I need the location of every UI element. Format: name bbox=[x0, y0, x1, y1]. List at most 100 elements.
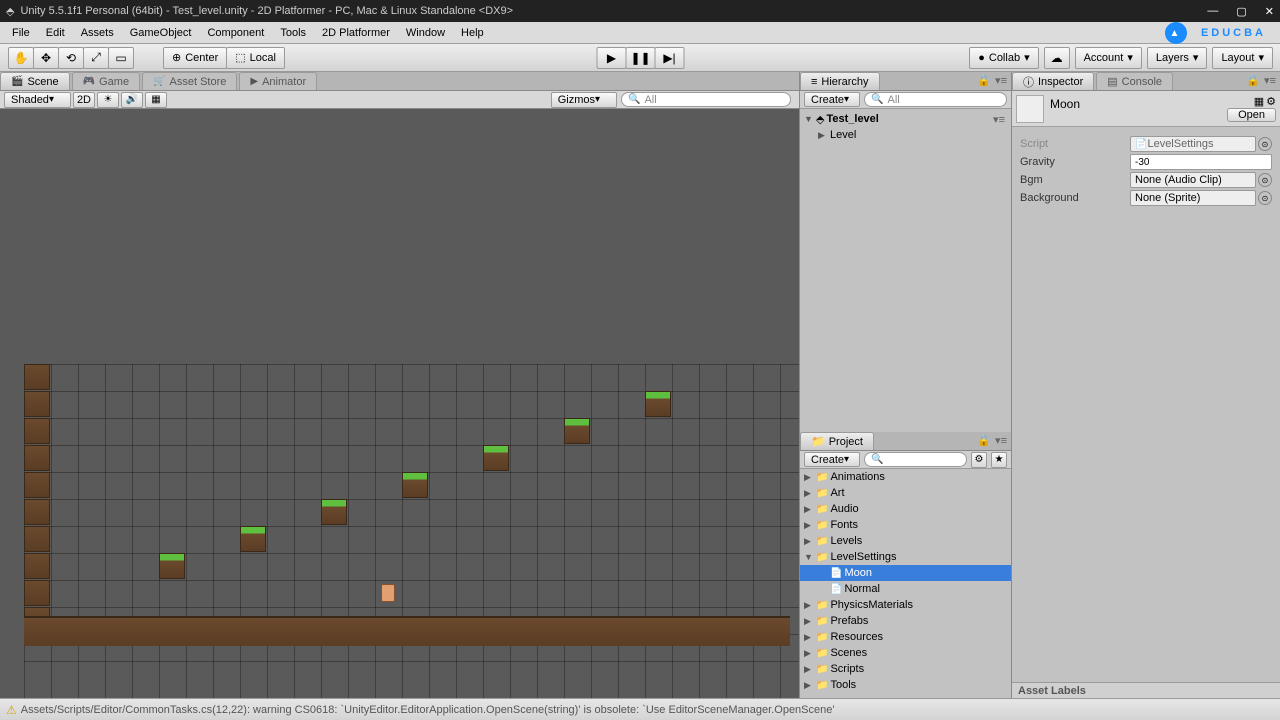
filter-button[interactable]: ⚙ bbox=[971, 452, 987, 468]
scale-tool[interactable]: ⤢ bbox=[83, 47, 109, 69]
expand-arrow-icon[interactable]: ▶ bbox=[804, 680, 814, 691]
menu-icon[interactable]: ▾≡ bbox=[1264, 74, 1276, 87]
hierarchy-item-level[interactable]: ▶ Level bbox=[800, 127, 1011, 143]
gravity-field[interactable] bbox=[1130, 154, 1272, 170]
menu-file[interactable]: File bbox=[4, 25, 38, 41]
menu-icon[interactable]: ▾≡ bbox=[995, 74, 1007, 87]
project-folder-scenes[interactable]: ▶ Scenes bbox=[800, 645, 1011, 661]
menu-icon[interactable]: ▾≡ bbox=[995, 434, 1007, 447]
play-button[interactable]: ▶ bbox=[597, 47, 627, 69]
project-folder-physicsmaterials[interactable]: ▶ PhysicsMaterials bbox=[800, 597, 1011, 613]
menu-assets[interactable]: Assets bbox=[73, 25, 122, 41]
expand-arrow-icon[interactable]: ▶ bbox=[804, 504, 814, 515]
menu-2dplatformer[interactable]: 2D Platformer bbox=[314, 25, 398, 41]
status-bar[interactable]: ⚠ Assets/Scripts/Editor/CommonTasks.cs(1… bbox=[0, 698, 1280, 720]
expand-arrow-icon[interactable]: ▶ bbox=[804, 520, 814, 531]
expand-arrow-icon[interactable]: ▶ bbox=[804, 600, 814, 611]
expand-arrow-icon[interactable]: ▶ bbox=[804, 536, 814, 547]
project-create[interactable]: Create ▾ bbox=[804, 452, 860, 467]
menu-help[interactable]: Help bbox=[453, 25, 492, 41]
hierarchy-scene-row[interactable]: ▼ ⬘ Test_level ▾≡ bbox=[800, 111, 1011, 127]
pivot-toggle[interactable]: ⊕ Center bbox=[163, 47, 227, 69]
inspector-tab[interactable]: ⓘ Inspector bbox=[1012, 72, 1094, 90]
layers-dropdown[interactable]: Layers ▾ bbox=[1147, 47, 1208, 69]
menu-tools[interactable]: Tools bbox=[272, 25, 314, 41]
pause-button[interactable]: ❚❚ bbox=[626, 47, 656, 69]
expand-arrow-icon[interactable]: ▼ bbox=[804, 552, 814, 562]
account-dropdown[interactable]: Account ▾ bbox=[1075, 47, 1142, 69]
hierarchy-search[interactable]: 🔍 All bbox=[864, 92, 1007, 107]
project-folder-audio[interactable]: ▶ Audio bbox=[800, 501, 1011, 517]
player-sprite[interactable] bbox=[381, 584, 395, 602]
object-picker-icon[interactable]: ⊙ bbox=[1258, 173, 1272, 187]
collab-dropdown[interactable]: ● Collab ▾ bbox=[969, 47, 1038, 69]
cloud-button[interactable]: ☁ bbox=[1044, 47, 1070, 69]
tab-scene[interactable]: 🎬Scene bbox=[0, 72, 70, 90]
fx-toggle[interactable]: ▦ bbox=[145, 92, 167, 108]
lock-icon[interactable]: 🔒 bbox=[1246, 74, 1260, 87]
expand-arrow-icon[interactable]: ▶ bbox=[818, 130, 828, 141]
project-tab[interactable]: 📁 Project bbox=[800, 432, 874, 450]
audio-toggle[interactable]: 🔊 bbox=[121, 92, 143, 108]
tab-animator[interactable]: ▶Animator bbox=[239, 72, 317, 90]
menu-gameobject[interactable]: GameObject bbox=[122, 25, 200, 41]
menu-component[interactable]: Component bbox=[199, 25, 272, 41]
hierarchy-tab[interactable]: ≡ Hierarchy bbox=[800, 72, 880, 90]
console-tab[interactable]: ▤ Console bbox=[1096, 72, 1173, 90]
bgm-field[interactable]: None (Audio Clip) bbox=[1130, 172, 1256, 188]
project-item-normal[interactable]: Normal bbox=[800, 581, 1011, 597]
project-folder-animations[interactable]: ▶ Animations bbox=[800, 469, 1011, 485]
close-button[interactable]: ✕ bbox=[1265, 5, 1274, 18]
object-picker-icon[interactable]: ⊙ bbox=[1258, 191, 1272, 205]
expand-arrow-icon[interactable]: ▶ bbox=[804, 664, 814, 675]
project-search[interactable]: 🔍 bbox=[864, 452, 967, 467]
lighting-toggle[interactable]: ☀ bbox=[97, 92, 119, 108]
expand-arrow-icon[interactable]: ▶ bbox=[804, 472, 814, 483]
project-folder-tools[interactable]: ▶ Tools bbox=[800, 677, 1011, 693]
scene-search[interactable]: 🔍 All bbox=[621, 92, 791, 107]
gizmos-dropdown[interactable]: Gizmos ▾ bbox=[551, 92, 617, 108]
favorite-button[interactable]: ★ bbox=[991, 452, 1007, 468]
project-folder-scripts[interactable]: ▶ Scripts bbox=[800, 661, 1011, 677]
project-folder-art[interactable]: ▶ Art bbox=[800, 485, 1011, 501]
tab-assetstore[interactable]: 🛒Asset Store bbox=[142, 72, 237, 90]
menu-edit[interactable]: Edit bbox=[38, 25, 73, 41]
background-field[interactable]: None (Sprite) bbox=[1130, 190, 1256, 206]
scene-menu-icon[interactable]: ▾≡ bbox=[993, 113, 1005, 126]
shading-dropdown[interactable]: Shaded ▾ bbox=[4, 92, 71, 108]
component-icon[interactable]: ▦ bbox=[1254, 95, 1264, 108]
object-picker-icon[interactable]: ⊙ bbox=[1258, 137, 1272, 151]
project-folder-fonts[interactable]: ▶ Fonts bbox=[800, 517, 1011, 533]
project-folder-prefabs[interactable]: ▶ Prefabs bbox=[800, 613, 1011, 629]
maximize-button[interactable]: ▢ bbox=[1236, 5, 1246, 18]
gear-icon[interactable]: ⚙ bbox=[1266, 95, 1276, 108]
menu-window[interactable]: Window bbox=[398, 25, 453, 41]
expand-arrow-icon[interactable]: ▼ bbox=[804, 114, 814, 124]
rotate-tool[interactable]: ⟲ bbox=[58, 47, 84, 69]
open-button[interactable]: Open bbox=[1227, 108, 1276, 122]
project-body[interactable]: ▶ Animations▶ Art▶ Audio▶ Fonts▶ Levels▼… bbox=[800, 469, 1011, 698]
expand-arrow-icon[interactable]: ▶ bbox=[804, 616, 814, 627]
rect-tool[interactable]: ▭ bbox=[108, 47, 134, 69]
hand-tool[interactable]: ✋ bbox=[8, 47, 34, 69]
project-item-moon[interactable]: Moon bbox=[800, 565, 1011, 581]
project-folder-levelsettings[interactable]: ▼ LevelSettings bbox=[800, 549, 1011, 565]
scene-view[interactable]: ✱RRCG人人素材 bbox=[0, 109, 799, 698]
expand-arrow-icon[interactable]: ▶ bbox=[804, 648, 814, 659]
move-tool[interactable]: ✥ bbox=[33, 47, 59, 69]
lock-icon[interactable]: 🔒 bbox=[977, 434, 991, 447]
hierarchy-body[interactable]: ▼ ⬘ Test_level ▾≡ ▶ Level bbox=[800, 109, 1011, 432]
local-toggle[interactable]: ⬚ Local bbox=[226, 47, 285, 69]
step-button[interactable]: ▶| bbox=[655, 47, 685, 69]
hierarchy-create[interactable]: Create ▾ bbox=[804, 92, 860, 107]
layout-dropdown[interactable]: Layout ▾ bbox=[1212, 47, 1273, 69]
project-folder-resources[interactable]: ▶ Resources bbox=[800, 629, 1011, 645]
expand-arrow-icon[interactable]: ▶ bbox=[804, 488, 814, 499]
minimize-button[interactable]: — bbox=[1207, 5, 1218, 18]
tab-game[interactable]: 🎮Game bbox=[72, 72, 140, 90]
2d-toggle[interactable]: 2D bbox=[73, 92, 95, 108]
asset-labels-header[interactable]: Asset Labels bbox=[1012, 682, 1280, 698]
lock-icon[interactable]: 🔒 bbox=[977, 74, 991, 87]
expand-arrow-icon[interactable]: ▶ bbox=[804, 632, 814, 643]
project-folder-levels[interactable]: ▶ Levels bbox=[800, 533, 1011, 549]
